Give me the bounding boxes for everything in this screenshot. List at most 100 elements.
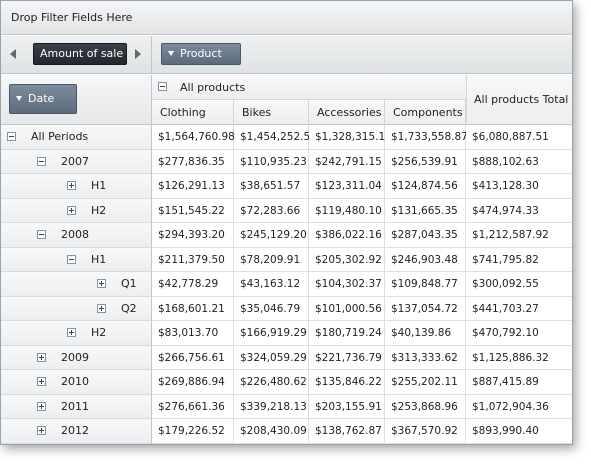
grand-total-cell[interactable]: $888,102.63	[466, 149, 572, 174]
data-cell[interactable]: $137,054.72	[385, 296, 466, 321]
collapse-toggle-icon[interactable]	[158, 82, 167, 91]
data-cell[interactable]: $277,836.35	[152, 149, 234, 174]
column-header-accessories[interactable]: Accessories	[309, 100, 385, 125]
data-cell[interactable]: $287,043.35	[385, 223, 466, 248]
grand-total-cell[interactable]: $474,974.33	[466, 198, 572, 223]
expand-plus-icon[interactable]	[37, 401, 46, 411]
data-cell[interactable]: $226,480.62	[234, 370, 309, 395]
data-cell[interactable]: $119,480.10	[309, 198, 385, 223]
row-header: 2010	[1, 370, 152, 395]
grand-total-cell[interactable]: $441,703.27	[466, 296, 572, 321]
expand-plus-icon[interactable]	[97, 303, 106, 313]
next-measure-arrow-icon[interactable]	[135, 49, 141, 59]
grand-total-cell[interactable]: $893,990.40	[466, 419, 572, 444]
data-cell[interactable]: $211,379.50	[152, 247, 234, 272]
data-cell[interactable]: $123,311.04	[309, 174, 385, 199]
data-cell[interactable]: $124,874.56	[385, 174, 466, 199]
data-cell[interactable]: $203,155.91	[309, 394, 385, 419]
expand-plus-icon[interactable]	[37, 426, 46, 435]
grand-total-cell[interactable]: $413,128.30	[466, 174, 572, 199]
expand-plus-icon[interactable]	[97, 279, 106, 288]
product-field-chip[interactable]: Product	[161, 43, 241, 65]
grand-total-cell[interactable]: $887,415.89	[466, 370, 572, 395]
row-label: H2	[91, 326, 107, 339]
data-cell[interactable]: $256,539.91	[385, 149, 466, 174]
data-cell[interactable]: $180,719.24	[309, 321, 385, 346]
data-cell[interactable]: $1,454,252.56	[234, 125, 317, 150]
data-cell[interactable]: $110,935.23	[234, 149, 309, 174]
data-cell[interactable]: $324,059.29	[234, 345, 309, 370]
grand-total-cell[interactable]: $1,212,587.92	[466, 223, 572, 248]
data-cell[interactable]: $78,209.91	[234, 247, 309, 272]
data-cell[interactable]: $135,846.22	[309, 370, 385, 395]
collapse-minus-icon[interactable]	[37, 156, 46, 166]
grand-total-cell[interactable]: $300,092.55	[466, 272, 572, 297]
grand-total-cell[interactable]: $1,072,904.36	[466, 394, 572, 419]
date-field-chip[interactable]: Date	[9, 84, 77, 114]
data-cell[interactable]: $42,778.29	[152, 272, 234, 297]
grand-total-cell[interactable]: $1,125,886.32	[466, 345, 572, 370]
data-cell[interactable]: $221,736.79	[309, 345, 385, 370]
data-cell[interactable]: $269,886.94	[152, 370, 234, 395]
collapse-minus-icon[interactable]	[7, 132, 16, 141]
data-cell[interactable]: $205,302.92	[309, 247, 385, 272]
data-cell[interactable]: $104,302.37	[309, 272, 385, 297]
data-cell[interactable]: $386,022.16	[309, 223, 385, 248]
row-label: H2	[91, 203, 107, 217]
data-cell[interactable]: $246,903.48	[385, 247, 466, 272]
data-cell[interactable]: $245,129.20	[234, 223, 309, 248]
row-label: 2008	[61, 228, 89, 241]
row-header: Q1	[1, 272, 152, 297]
expand-plus-icon[interactable]	[67, 205, 76, 215]
data-cell[interactable]: $43,163.12	[234, 272, 309, 297]
expand-plus-icon[interactable]	[67, 181, 76, 190]
grand-total-cell[interactable]: $6,080,887.51	[466, 125, 572, 150]
previous-measure-arrow-icon[interactable]	[10, 49, 16, 59]
data-cell[interactable]: $276,661.36	[152, 394, 234, 419]
column-header-bikes[interactable]: Bikes	[234, 100, 309, 125]
data-cell[interactable]: $72,283.66	[234, 198, 309, 223]
product-field-label: Product	[180, 47, 222, 60]
expand-plus-icon[interactable]	[67, 328, 76, 337]
data-cell[interactable]: $1,564,760.98	[152, 125, 235, 150]
data-cell[interactable]: $255,202.11	[385, 370, 466, 395]
column-header-components[interactable]: Components	[385, 100, 466, 125]
data-cell[interactable]: $101,000.56	[309, 296, 385, 321]
data-cell[interactable]: $253,868.96	[385, 394, 466, 419]
data-cell[interactable]: $313,333.62	[385, 345, 466, 370]
row-header: 2009	[1, 345, 152, 370]
data-cell[interactable]: $168,601.21	[152, 296, 234, 321]
filter-funnel-icon[interactable]	[168, 50, 174, 56]
data-cell[interactable]: $138,762.87	[309, 419, 385, 444]
collapse-minus-icon[interactable]	[37, 230, 46, 239]
data-cell[interactable]: $166,919.29	[234, 321, 309, 346]
data-cell[interactable]: $1,328,315.11	[309, 125, 392, 150]
data-cell[interactable]: $294,393.20	[152, 223, 234, 248]
filter-drop-area[interactable]: Drop Filter Fields Here	[1, 1, 572, 35]
row-header: 2012	[1, 419, 152, 444]
expand-plus-icon[interactable]	[37, 377, 46, 386]
data-cell[interactable]: $1,733,558.87	[385, 125, 468, 150]
data-cell[interactable]: $242,791.15	[309, 149, 385, 174]
data-cell[interactable]: $151,545.22	[152, 198, 234, 223]
data-cell[interactable]: $40,139.86	[385, 321, 466, 346]
data-cell[interactable]: $35,046.79	[234, 296, 309, 321]
data-cell[interactable]: $131,665.35	[385, 198, 466, 223]
data-cell[interactable]: $208,430.09	[234, 419, 309, 444]
measure-chip[interactable]: Amount of sale	[33, 43, 127, 65]
filter-funnel-icon[interactable]	[16, 95, 22, 101]
grand-total-cell[interactable]: $741,795.82	[466, 247, 572, 272]
column-header-clothing[interactable]: Clothing	[152, 100, 234, 125]
data-cell[interactable]: $109,848.77	[385, 272, 466, 297]
data-cell[interactable]: $83,013.70	[152, 321, 234, 346]
data-cell[interactable]: $339,218.13	[234, 394, 309, 419]
row-label: H1	[91, 179, 107, 192]
data-cell[interactable]: $38,651.57	[234, 174, 309, 199]
expand-plus-icon[interactable]	[37, 352, 46, 362]
data-cell[interactable]: $367,570.92	[385, 419, 466, 444]
data-cell[interactable]: $179,226.52	[152, 419, 234, 444]
collapse-minus-icon[interactable]	[67, 254, 76, 264]
data-cell[interactable]: $266,756.61	[152, 345, 234, 370]
data-cell[interactable]: $126,291.13	[152, 174, 234, 199]
grand-total-cell[interactable]: $470,792.10	[466, 321, 572, 346]
